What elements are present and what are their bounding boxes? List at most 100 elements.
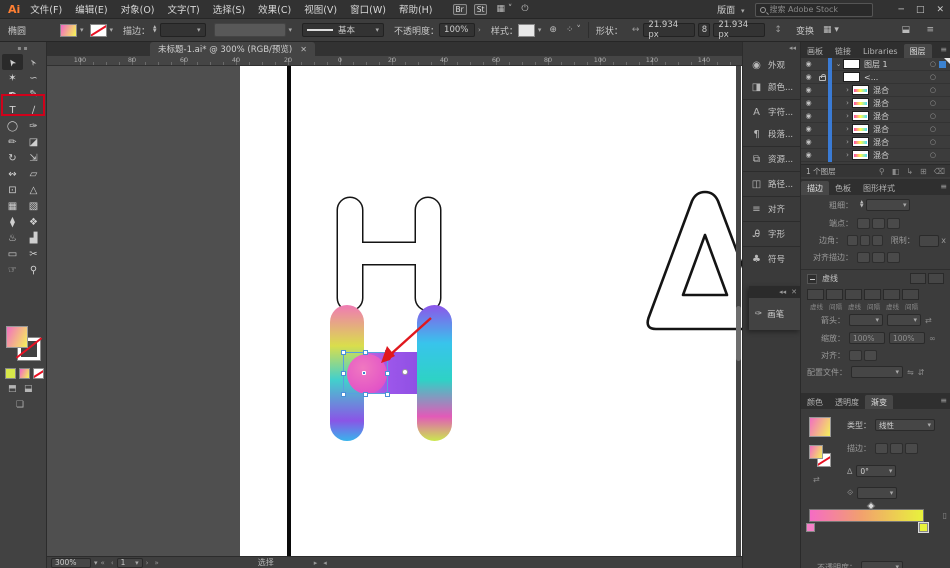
last-artboard-icon[interactable]: » (154, 559, 158, 567)
stroke-weight-select[interactable]: ▾ (160, 23, 206, 37)
tool-direct-selection[interactable]: ➢ (23, 54, 44, 70)
gradient-mode-button[interactable] (19, 368, 30, 379)
cap-round-button[interactable] (872, 218, 885, 229)
selection-handle[interactable] (341, 350, 346, 355)
gradient-midpoint[interactable] (867, 502, 875, 510)
tool-hand[interactable]: ☞ (2, 262, 23, 278)
tool-rotate[interactable]: ↻ (2, 150, 23, 166)
screen-mode-icon[interactable]: ❏ (16, 400, 24, 410)
panel-button-color[interactable]: ◨颜色... (743, 76, 801, 98)
gstroke-across-button[interactable] (905, 443, 918, 454)
flyout-close-icon[interactable]: ✕ (791, 288, 797, 296)
toolbar-fill-swatch[interactable] (6, 326, 28, 348)
gradient-tab-menu-icon[interactable]: ≡ (940, 396, 947, 405)
menu-view[interactable]: 视图(V) (304, 2, 337, 16)
layer-name[interactable]: 混合 (873, 137, 889, 148)
target-circle-icon[interactable]: ○ (930, 112, 936, 120)
dash-field-5[interactable] (902, 289, 919, 300)
prev-artboard-icon[interactable]: ‹ (111, 559, 114, 567)
menu-file[interactable]: 文件(F) (30, 2, 62, 16)
corner-round-button[interactable] (860, 235, 871, 246)
stroke-tab-1[interactable]: 色板 (829, 181, 857, 195)
tool-lasso[interactable]: ∽ (23, 70, 44, 86)
dock-collapse-icon[interactable]: ◂◂ (789, 44, 796, 52)
dash-field-0[interactable] (807, 289, 824, 300)
locate-icon[interactable]: ⚲ (879, 167, 885, 176)
target-circle-icon[interactable]: ○ (930, 125, 936, 133)
search-input[interactable]: 搜索 Adobe Stock (755, 3, 873, 17)
status-expand-icon[interactable]: ▸ (314, 559, 318, 567)
shape-height-input[interactable]: 21.934 px (713, 23, 765, 37)
dock-tab-0[interactable]: 画板 (801, 44, 829, 58)
gradient-mini-fill[interactable] (809, 445, 823, 459)
toolbar-collapse-icon[interactable]: ▪▪ (0, 45, 47, 52)
gradient-fill-thumbnail[interactable] (809, 417, 831, 437)
menu-select[interactable]: 选择(S) (213, 2, 245, 16)
layer-row[interactable]: ◉ ›混合○ (801, 97, 950, 110)
layer-row[interactable]: ◉ ›混合○ (801, 110, 950, 123)
next-artboard-icon[interactable]: › (146, 559, 149, 567)
flip-along-icon[interactable]: ⇋ (907, 368, 914, 377)
stroke-weight-stepper[interactable]: ▲▼ (153, 26, 156, 34)
layer-name[interactable]: 混合 (873, 150, 889, 161)
layer-name[interactable]: 混合 (873, 98, 889, 109)
panel-button-align[interactable]: ≡对齐 (743, 198, 801, 220)
limit-input[interactable] (919, 235, 940, 247)
target-circle-icon[interactable]: ○ (930, 138, 936, 146)
arrow-start-select[interactable]: ▾ (849, 314, 883, 326)
panel-button-asset-export[interactable]: ⧉资源... (743, 148, 801, 170)
target-circle-icon[interactable]: ○ (930, 99, 936, 107)
selection-handle[interactable] (385, 371, 390, 376)
visibility-eye-icon[interactable]: ◉ (801, 112, 816, 120)
transform-icon[interactable]: ▦ ▾ (823, 25, 839, 35)
selection-handle[interactable] (363, 350, 368, 355)
layer-thumbnail[interactable] (852, 124, 869, 134)
tool-free-transform[interactable]: ▱ (23, 166, 44, 182)
canvas[interactable] (47, 66, 742, 556)
dash-preserve-button[interactable] (910, 273, 926, 284)
fill-swatch[interactable] (60, 24, 77, 37)
layer-thumbnail[interactable] (852, 150, 869, 160)
style-caret-icon[interactable]: ▾ (538, 26, 542, 34)
arrow-scale-end[interactable]: 100% (889, 332, 925, 344)
delete-stop-icon[interactable]: ▯ (943, 511, 947, 520)
target-circle-icon[interactable]: ○ (930, 60, 936, 68)
layer-row[interactable]: ◉ <...○ (801, 71, 950, 84)
status-collapse-icon[interactable]: ◂ (323, 559, 327, 567)
tool-blend[interactable]: ❖ (23, 214, 44, 230)
target-circle-icon[interactable]: ○ (930, 151, 936, 159)
close-button[interactable]: ✕ (936, 5, 944, 15)
variable-width-select[interactable]: 基本▾ (302, 23, 384, 37)
tool-perspective-grid[interactable]: △ (23, 182, 44, 198)
dash-field-4[interactable] (883, 289, 900, 300)
expand-chevron-icon[interactable]: › (843, 112, 852, 120)
dash-field-2[interactable] (845, 289, 862, 300)
visibility-eye-icon[interactable]: ◉ (801, 125, 816, 133)
arrow-align-end-button[interactable] (864, 350, 877, 361)
gstroke-within-button[interactable] (875, 443, 888, 454)
outline-letter-a[interactable] (642, 190, 742, 332)
layer-thumbnail[interactable] (843, 72, 860, 82)
scale-link-icon[interactable]: ∞ (929, 334, 936, 343)
align-inside-button[interactable] (872, 252, 885, 263)
transform-label[interactable]: 变换 (796, 24, 814, 37)
app-logo[interactable]: Ai (8, 3, 20, 16)
flip-across-icon[interactable]: ⇵ (918, 368, 925, 377)
panel-button-brushes[interactable]: ✑ 画笔 (749, 298, 801, 330)
artboard-nav-select[interactable]: 1▾ (117, 558, 143, 568)
visibility-eye-icon[interactable]: ◉ (801, 73, 816, 81)
gradient-tab-0[interactable]: 颜色 (801, 395, 829, 409)
arrow-align-tip-button[interactable] (849, 350, 862, 361)
brush-caret-icon[interactable]: ▾ (289, 26, 293, 34)
align-outside-button[interactable] (887, 252, 900, 263)
tool-zoom[interactable]: ⚲ (23, 262, 44, 278)
align-options-icon[interactable]: ⁘ ˅ (566, 25, 581, 35)
dash-field-3[interactable] (864, 289, 881, 300)
layer-name[interactable]: 混合 (873, 124, 889, 135)
corner-miter-button[interactable] (847, 235, 858, 246)
tool-column-graph[interactable]: ▟ (23, 230, 44, 246)
mask-icon[interactable]: ◧ (892, 167, 900, 176)
sync-icon[interactable]: ⏻ (521, 4, 528, 14)
zoom-level-select[interactable]: 300% (51, 558, 91, 568)
color-mode-button[interactable] (5, 368, 16, 379)
